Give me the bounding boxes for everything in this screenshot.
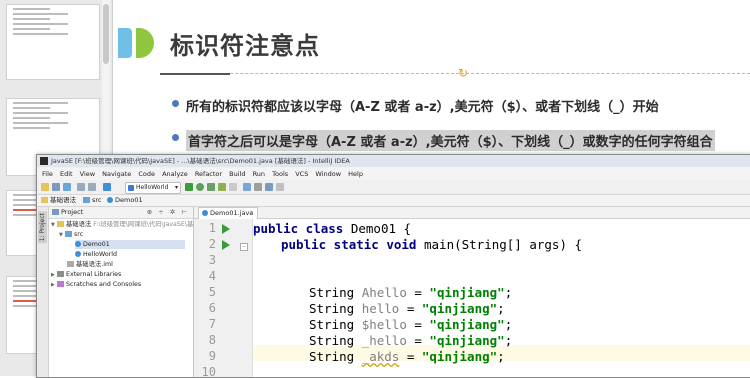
project-icon <box>52 209 59 215</box>
tree-item-root[interactable]: ▼ 基础语法 F:\班级管理\网课班\代码\JavaSE\基础 <box>51 220 200 230</box>
line-number: 8 <box>208 333 216 347</box>
settings-icon[interactable] <box>254 183 262 191</box>
scratches-icon <box>57 281 64 287</box>
project-tool-button[interactable]: 1: Project <box>38 211 47 244</box>
menu-analyze[interactable]: Analyze <box>162 168 188 180</box>
source-folder-icon <box>65 231 72 237</box>
breadcrumb: 基础语法 src Demo01 <box>37 195 750 207</box>
slide-thumbnail[interactable] <box>6 4 100 80</box>
class-icon <box>75 251 81 257</box>
rotate-handle-icon[interactable]: ↻ <box>458 66 468 80</box>
menu-run[interactable]: Run <box>253 168 265 180</box>
line-number: 6 <box>208 301 216 315</box>
sync-icon[interactable] <box>63 183 71 191</box>
breadcrumb-item[interactable]: src <box>83 195 102 206</box>
code-line: String _akds = "qinjiang"; <box>309 349 505 364</box>
line-number: 9 <box>208 349 216 363</box>
window-title-bar: JavaSE [F:\班级管理\网课班\代码\JavaSE] - ...\基础语… <box>37 155 750 167</box>
breadcrumb-item[interactable]: 基础语法 <box>41 195 76 206</box>
iml-file-icon <box>67 261 74 267</box>
tree-item-external-libraries[interactable]: ▶ External Libraries <box>51 270 121 280</box>
menu-view[interactable]: View <box>80 168 95 180</box>
class-icon <box>128 185 134 191</box>
menu-code[interactable]: Code <box>138 168 155 180</box>
slide-title: 标识符注意点 <box>170 32 320 60</box>
breadcrumb-item[interactable]: Demo01 <box>107 195 143 206</box>
editor-tab-bar: Demo01.java × <box>194 207 750 219</box>
run-configuration-select[interactable]: HelloWorld ▾ <box>125 182 181 194</box>
forward-icon[interactable] <box>88 183 96 191</box>
build-icon[interactable] <box>103 183 111 191</box>
title-divider-accent <box>160 73 230 75</box>
intellij-window: JavaSE [F:\班级管理\网课班\代码\JavaSE] - ...\基础语… <box>36 154 750 378</box>
chevron-down-icon: ▾ <box>174 184 178 191</box>
tab-demo01-java[interactable]: Demo01.java × <box>198 207 258 219</box>
save-icon[interactable] <box>52 183 60 191</box>
line-number: 5 <box>208 285 216 299</box>
tree-item-src[interactable]: ▼ src <box>59 230 83 240</box>
class-icon <box>202 210 208 216</box>
editor-gutter: 1 2 3 4 5 6 7 8 9 10 − <box>194 219 253 377</box>
code-line: public static void main(String[] args) { <box>281 237 583 252</box>
run-class-icon[interactable] <box>222 224 230 234</box>
folder-icon <box>41 197 48 203</box>
panel-tools-icon[interactable]: ⊕ ÷ ✲ ⊢ <box>147 207 189 218</box>
title-divider <box>160 73 750 75</box>
close-icon[interactable]: × <box>249 208 254 219</box>
sdk-icon[interactable] <box>265 183 273 191</box>
fold-icon[interactable]: − <box>240 243 248 251</box>
code-line: String hello = "qinjiang"; <box>309 301 505 316</box>
tool-window-strip: 1: Project <box>37 207 49 377</box>
code-line: public class Demo01 { <box>253 221 412 236</box>
menu-vcs[interactable]: VCS <box>295 168 308 180</box>
class-icon <box>107 197 113 203</box>
line-number: 1 <box>208 221 216 235</box>
tree-item-helloworld[interactable]: HelloWorld <box>75 250 117 259</box>
menu-file[interactable]: File <box>42 168 53 180</box>
tree-item-demo01[interactable]: Demo01 <box>75 240 185 249</box>
menu-edit[interactable]: Edit <box>60 168 73 180</box>
source-folder-icon <box>83 197 90 203</box>
tree-item-iml[interactable]: 基础语法.iml <box>67 260 113 269</box>
project-panel: Project ⊕ ÷ ✲ ⊢ ▼ 基础语法 F:\班级管理\网课班\代码\Jav… <box>49 207 200 377</box>
main-toolbar: HelloWorld ▾ <box>37 180 750 195</box>
search-icon[interactable] <box>276 183 284 191</box>
module-folder-icon <box>57 221 64 227</box>
class-icon <box>75 241 81 247</box>
code-line: String Ahello = "qinjiang"; <box>309 285 513 300</box>
menu-help[interactable]: Help <box>348 168 363 180</box>
run-icon[interactable] <box>185 183 193 191</box>
open-folder-icon[interactable] <box>41 183 49 191</box>
menu-window[interactable]: Window <box>315 168 341 180</box>
stop-icon[interactable] <box>229 183 237 191</box>
menu-build[interactable]: Build <box>229 168 245 180</box>
code-editor[interactable]: public class Demo01 { public static void… <box>253 219 750 377</box>
run-main-icon[interactable] <box>222 240 230 250</box>
line-number: 2 <box>208 237 216 251</box>
library-icon <box>57 271 64 277</box>
menu-bar: File Edit View Navigate Code Analyze Ref… <box>37 168 750 180</box>
profile-icon[interactable] <box>218 183 226 191</box>
line-number: 4 <box>208 269 216 283</box>
bullet-icon <box>172 100 179 107</box>
line-number: 3 <box>208 253 216 267</box>
line-number: 10 <box>201 365 216 378</box>
back-icon[interactable] <box>77 183 85 191</box>
project-panel-header: Project ⊕ ÷ ✲ ⊢ <box>49 207 193 219</box>
title-decoration <box>118 28 132 58</box>
intellij-icon <box>40 157 48 165</box>
coverage-icon[interactable] <box>207 183 215 191</box>
bullet-icon <box>172 134 179 141</box>
menu-tools[interactable]: Tools <box>272 168 288 180</box>
code-line: String $hello = "qinjiang"; <box>309 317 513 332</box>
menu-navigate[interactable]: Navigate <box>102 168 131 180</box>
project-structure-icon[interactable] <box>243 183 251 191</box>
code-line: String _hello = "qinjiang"; <box>309 333 513 348</box>
menu-refactor[interactable]: Refactor <box>195 168 222 180</box>
tree-item-scratches[interactable]: ▶ Scratches and Consoles <box>51 280 141 290</box>
line-number: 7 <box>208 317 216 331</box>
debug-icon[interactable] <box>196 183 204 191</box>
